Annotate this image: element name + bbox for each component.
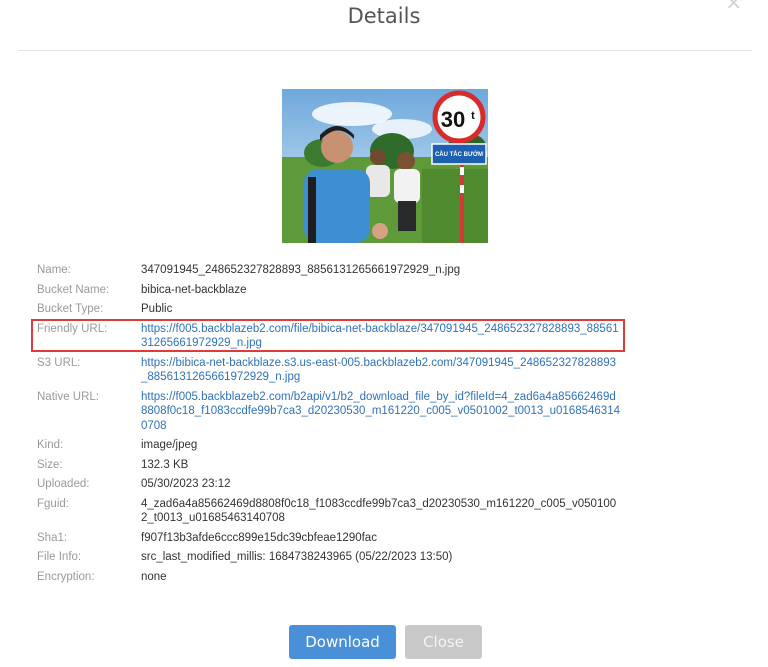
detail-label: Bucket Name: [37,283,110,296]
detail-row: Encryption: none [37,570,637,585]
detail-row: Kind: image/jpeg [37,438,637,453]
detail-label: Native URL: [37,390,99,403]
detail-url-link[interactable]: https://f005.backblazeb2.com/b2api/v1/b2… [141,391,620,432]
detail-value: src_last_modified_millis: 1684738243965 … [141,551,453,563]
detail-label: Bucket Type: [37,303,104,315]
sign-speed: 30 [441,107,465,132]
detail-value: bibica-net-backblaze [141,283,247,296]
detail-value: none [141,570,167,583]
detail-row: S3 URL: https://bibica-net-backblaze.s3.u… [37,356,637,385]
detail-row: Bucket Type: Public [37,302,637,317]
close-button[interactable]: Close [405,625,482,659]
detail-value: 05/30/2023 23:12 [141,478,231,490]
divider [18,50,752,51]
detail-value: Public [141,303,173,315]
detail-label: Uploaded: [37,478,90,490]
sign-text: CẦU TẮC BƯỚM [435,150,483,158]
dialog-title: Details [347,4,421,28]
detail-value: https://bibica-net-backblaze.s3.us-east-… [141,356,621,385]
detail-row: Uploaded: 05/30/2023 23:12 [37,477,637,492]
detail-label: Encryption: [37,570,95,583]
detail-row: Size: 132.3 KB [37,458,637,473]
detail-label: Kind: [37,439,64,451]
detail-row: Native URL: https://f005.backblazeb2.com/… [37,390,637,434]
detail-label: S3 URL: [37,356,81,369]
detail-row: Fguid: 4_zad6a4a85662469d8808f0c18_f1083c… [37,497,637,526]
file-thumbnail: 30 t CẦU TẮC BƯỚM [282,89,488,243]
detail-label: Size: [37,458,63,471]
detail-value: image/jpeg [141,439,198,451]
photo-image: 30 t CẦU TẮC BƯỚM [282,89,488,243]
detail-row: Sha1: f907f13b3afde6ccc899e15dc39cbfeae12… [37,531,637,546]
detail-label: Sha1: [37,531,68,544]
detail-url-link[interactable]: https://bibica-net-backblaze.s3.us-east-… [141,357,616,384]
details-list: Name: 347091945_248652327828893_885613126… [37,263,637,589]
detail-label: File Info: [37,551,82,563]
detail-value: 132.3 KB [141,458,189,471]
detail-value: f907f13b3afde6ccc899e15dc39cbfeae1290fac [141,531,377,544]
friendly-url-highlight [31,319,625,352]
download-button[interactable]: Download [289,625,396,659]
detail-value: https://f005.backblazeb2.com/b2api/v1/b2… [141,390,621,434]
sign-speed-unit: t [471,110,475,122]
detail-row: Name: 347091945_248652327828893_885613126… [37,263,637,278]
detail-value: 4_zad6a4a85662469d8808f0c18_f1083ccdfe99… [141,497,617,525]
detail-label: Name: [37,264,71,276]
detail-label: Fguid: [37,497,69,510]
detail-row: Bucket Name: bibica-net-backblaze [37,283,637,298]
detail-row: File Info: src_last_modified_millis: 1684… [37,550,637,565]
detail-value: 347091945_248652327828893_88561312656619… [141,264,461,276]
